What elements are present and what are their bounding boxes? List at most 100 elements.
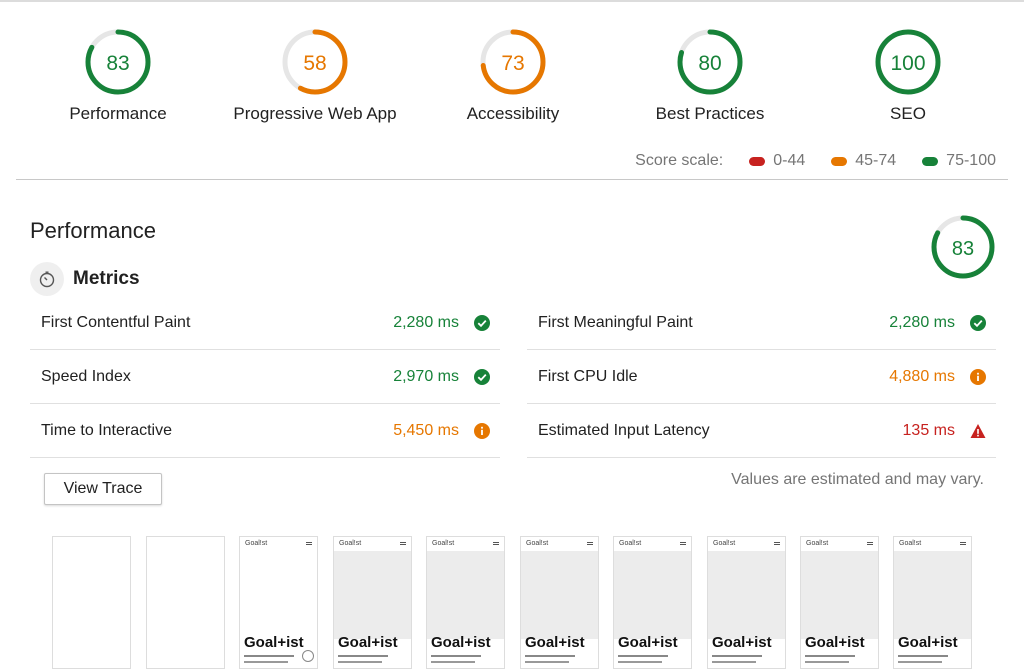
frame-subtext [805,661,849,663]
gauge-score: 83 [106,52,129,75]
frame-subtext [525,655,575,657]
gauge-performance[interactable]: 83 Performance [18,28,218,124]
gauge-best-practices[interactable]: 80 Best Practices [610,28,810,124]
loading-spinner-icon [302,650,314,662]
frame-brand: Goal!st [339,540,362,547]
filmstrip-frame: Goal!st Goal+ist [800,536,879,669]
hamburger-menu-icon [400,542,406,543]
frame-title: Goal+ist [898,634,958,651]
frame-title: Goal+ist [525,634,585,651]
frame-hero-image [521,551,598,639]
gauge-label: Progressive Web App [233,104,397,123]
frame-title: Goal+ist [338,634,398,651]
gauge-label: SEO [890,104,926,123]
hamburger-menu-icon [774,542,780,543]
filmstrip-frame: Goal!st Goal+ist [426,536,505,669]
view-trace-button[interactable]: View Trace [44,473,162,505]
performance-section-gauge: 83 [930,214,996,285]
filmstrip-frame-blank [146,536,225,669]
filmstrip-frame: Goal!st Goal+ist [893,536,972,669]
metrics-header: Metrics [30,262,140,296]
frame-title: Goal+ist [712,634,772,651]
gauge-score: 100 [890,52,925,75]
info-circle-icon [474,423,490,439]
gauge-label: Accessibility [466,104,560,123]
gauge-score: 73 [501,52,524,75]
gauge-accessibility[interactable]: 73 Accessibility [413,28,613,124]
frame-subtext [712,655,762,657]
frame-title: Goal+ist [244,634,304,651]
metric-value: 5,450 ms [393,421,459,439]
metric-first-meaningful-paint: First Meaningful Paint 2,280 ms [527,296,996,350]
check-circle-icon [474,315,490,331]
frame-subtext [338,661,382,663]
metric-label: First Contentful Paint [41,313,191,331]
frame-subtext [431,655,481,657]
metric-label: First Meaningful Paint [538,313,693,331]
metric-value: 2,970 ms [393,367,459,385]
frame-hero-image [427,551,504,639]
frame-subtext [898,655,948,657]
gauge-score: 58 [303,52,326,75]
frame-brand: Goal!st [806,540,829,547]
score-gauge-icon: 83 [85,29,151,95]
frame-hero-image [801,551,878,639]
score-scale: Score scale: 0-44 45-74 75-100 [635,152,996,170]
frame-hero-image [708,551,785,639]
metric-speed-index: Speed Index 2,970 ms [30,350,500,404]
frame-brand: Goal!st [432,540,455,547]
hamburger-menu-icon [587,542,593,543]
filmstrip-frame: Goal!st Goal+ist [520,536,599,669]
frame-hero-image [894,551,971,639]
metric-label: Time to Interactive [41,421,173,439]
frame-subtext [618,655,668,657]
gauge-label: Best Practices [655,104,765,123]
frame-title: Goal+ist [431,634,491,651]
frame-subtext [431,661,475,663]
section-score: 83 [952,238,974,260]
gauge-seo[interactable]: 100 SEO [808,28,1008,124]
metric-label: Speed Index [41,367,131,385]
score-gauge-icon: 100 [875,29,941,95]
gauge-score: 80 [698,52,721,75]
metric-label: First CPU Idle [538,367,638,385]
filmstrip-frame: Goal!st Goal+ist [707,536,786,669]
category-gauges: 83 Performance 58 Progressive Web App 73… [0,28,1024,138]
metrics-title: Metrics [73,268,140,289]
estimate-note: Values are estimated and may vary. [731,471,984,488]
frame-hero-image [614,551,691,639]
hamburger-menu-icon [960,542,966,543]
frame-brand: Goal!st [245,540,268,547]
scale-range-fail: 0-44 [773,152,806,169]
hamburger-menu-icon [306,542,312,543]
frame-brand: Goal!st [619,540,642,547]
metric-estimated-input-latency: Estimated Input Latency 135 ms [527,404,996,458]
score-gauge-icon: 73 [480,29,546,95]
score-gauge-icon: 58 [282,29,348,95]
frame-subtext [525,661,569,663]
filmstrip-frame: Goal!st Goal+ist [333,536,412,669]
scale-range-average: 45-74 [855,152,897,169]
check-circle-icon [474,369,490,385]
check-circle-icon [970,315,986,331]
frame-subtext [244,661,288,663]
frame-subtext [618,661,662,663]
frame-title: Goal+ist [805,634,865,651]
frame-subtext [338,655,388,657]
frame-title: Goal+ist [618,634,678,651]
scale-range-pass: 75-100 [946,152,996,169]
top-border [0,0,1024,2]
hamburger-menu-icon [867,542,873,543]
score-gauge-icon: 83 [931,215,995,279]
hamburger-menu-icon [680,542,686,543]
score-scale-label: Score scale: [635,152,724,169]
average-pill-icon [831,156,848,166]
filmstrip-frame-blank [52,536,131,669]
fail-pill-icon [749,156,766,166]
pass-pill-icon [922,156,939,166]
metric-time-to-interactive: Time to Interactive 5,450 ms [30,404,500,458]
frame-subtext [805,655,855,657]
gauge-pwa[interactable]: 58 Progressive Web App [215,28,415,124]
filmstrip-frame: Goal!st Goal+ist [239,536,318,669]
frame-subtext [244,655,294,657]
